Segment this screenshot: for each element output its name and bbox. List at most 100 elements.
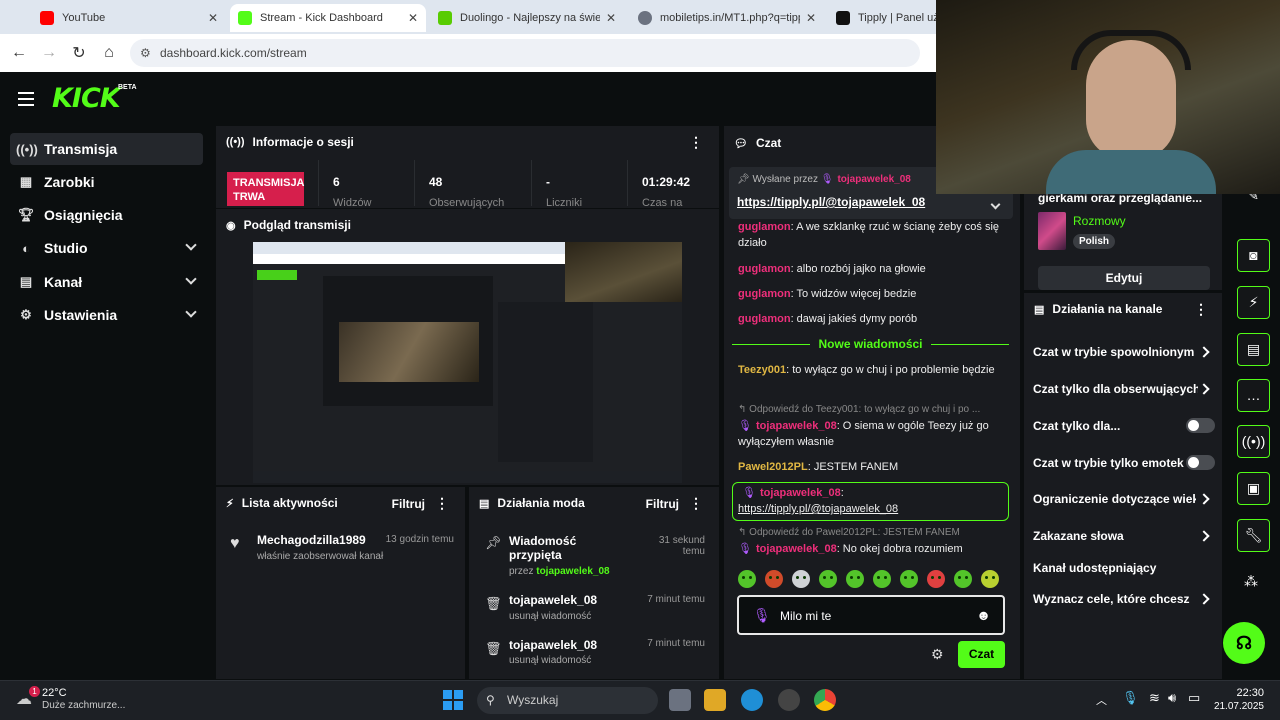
- channel-icon: ▤: [19, 274, 33, 289]
- tab-duolingo[interactable]: Duolingo - Najlepszy na świecie ✕: [430, 4, 624, 32]
- stream-preview-video[interactable]: [253, 242, 682, 483]
- edge-icon[interactable]: [741, 689, 763, 711]
- microphone-icon: 🎙︎: [742, 487, 756, 499]
- action-goals[interactable]: Wyznacz cele, które chcesz: [1033, 592, 1196, 606]
- category-name[interactable]: Rozmowy: [1073, 214, 1126, 228]
- kick-logo[interactable]: KICK: [52, 83, 121, 114]
- home-icon[interactable]: ⌂: [94, 44, 124, 62]
- emote-icon[interactable]: [927, 570, 945, 588]
- action-slow-mode[interactable]: Czat w trybie spowolnionym: [1033, 345, 1213, 359]
- document-icon[interactable]: ▤: [1237, 333, 1270, 366]
- stat-followers: 48 Obserwujących: [414, 160, 531, 209]
- share-icon[interactable]: ⁂: [1244, 573, 1258, 590]
- emoji-icon[interactable]: ☻: [976, 607, 991, 623]
- support-icon[interactable]: ☊: [1223, 622, 1265, 664]
- more-options-icon[interactable]: ⋮: [689, 496, 703, 510]
- mod-filter-button[interactable]: Filtruj: [646, 497, 679, 511]
- activity-username[interactable]: Mechagodzilla1989: [257, 533, 366, 547]
- more-options-icon[interactable]: ⋮: [689, 135, 703, 149]
- sidebar-item-osiagniecia[interactable]: 🏆︎ Osiągnięcia: [10, 199, 203, 231]
- mod-actions-header: ▤ Działania moda: [479, 496, 585, 510]
- emote-icon[interactable]: [981, 570, 999, 588]
- broadcast-icon[interactable]: ((•)): [1237, 425, 1270, 458]
- forward-icon[interactable]: →: [34, 44, 64, 62]
- task-view-icon[interactable]: [669, 689, 691, 711]
- mod-action-time: 7 minut temu: [647, 594, 705, 605]
- volume-icon[interactable]: 🔊︎: [1168, 690, 1176, 706]
- app-icon[interactable]: [778, 689, 800, 711]
- pinned-link[interactable]: https://tipply.pl/@tojapawelek_08: [737, 195, 925, 209]
- sidebar-item-transmisja[interactable]: ((•)) Transmisja: [10, 133, 203, 165]
- document-icon: ▤: [1034, 303, 1045, 316]
- wrench-icon[interactable]: 🔧︎: [1237, 519, 1270, 552]
- back-icon[interactable]: ←: [4, 44, 34, 62]
- reload-icon[interactable]: ↻: [64, 43, 94, 63]
- toggle-switch[interactable]: [1186, 418, 1215, 433]
- chat-icon[interactable]: …: [1237, 379, 1270, 412]
- chevron-up-icon[interactable]: ︿: [1096, 692, 1107, 708]
- chrome-icon[interactable]: [814, 689, 836, 711]
- category-thumbnail[interactable]: [1038, 212, 1066, 250]
- microphone-icon[interactable]: 🎙︎: [1122, 690, 1139, 706]
- more-options-icon[interactable]: ⋮: [1194, 302, 1208, 316]
- reply-reference[interactable]: ↰ Odpowiedź do Pawel2012PL: JESTEM FANEM: [738, 527, 1006, 538]
- tab-tipply[interactable]: Tipply | Panel użytk: [828, 4, 936, 32]
- tab-kick-dashboard[interactable]: Stream - Kick Dashboard ✕: [230, 4, 426, 32]
- clock-date[interactable]: 21.07.2025: [1205, 701, 1264, 712]
- toggle-switch[interactable]: [1186, 455, 1215, 470]
- sidebar-item-zarobki[interactable]: ▦ Zarobki: [10, 166, 203, 198]
- tab-mobiletips[interactable]: mobiletips.in/MT1.php?q=tipp ✕: [630, 4, 824, 32]
- lightning-icon[interactable]: ⚡︎: [1237, 286, 1270, 319]
- reply-reference[interactable]: ↰ Odpowiedź do Teezy001: to wyłącz go w …: [738, 404, 1006, 415]
- settings-icon[interactable]: ⚙: [931, 646, 944, 663]
- action-banned-words[interactable]: Zakazane słowa: [1033, 529, 1213, 543]
- url-input[interactable]: ⚙ dashboard.kick.com/stream: [130, 39, 920, 67]
- chevron-down-icon[interactable]: [990, 199, 1001, 210]
- battery-icon[interactable]: ▭: [1188, 690, 1200, 706]
- close-icon[interactable]: ✕: [606, 11, 616, 25]
- video-icon[interactable]: ▣: [1237, 472, 1270, 505]
- emote-icon[interactable]: [873, 570, 891, 588]
- wifi-icon[interactable]: ≋: [1149, 690, 1160, 706]
- weather-desc[interactable]: Duże zachmurze...: [42, 700, 125, 711]
- taskbar-search[interactable]: ⚲ Wyszukaj: [477, 687, 658, 714]
- close-icon[interactable]: ✕: [208, 11, 218, 25]
- chat-link[interactable]: https://tipply.pl/@tojapawelek_08: [738, 501, 1006, 517]
- search-icon: ⚲: [486, 693, 495, 707]
- sidebar-item-studio[interactable]: ◐ Studio: [10, 232, 203, 264]
- site-info-icon[interactable]: ⚙: [140, 39, 151, 67]
- action-age-restriction[interactable]: Ograniczenie dotyczące wieku: [1033, 492, 1196, 506]
- more-options-icon[interactable]: ⋮: [435, 496, 449, 510]
- windows-start-icon[interactable]: [443, 690, 463, 710]
- action-followers-only[interactable]: Czat tylko dla obserwujących: [1033, 382, 1198, 396]
- chat-message: 🎙︎ tojapawelek_08:: [742, 487, 844, 499]
- edit-button[interactable]: Edytuj: [1038, 266, 1210, 290]
- send-chat-button[interactable]: Czat: [958, 641, 1005, 668]
- clock-time[interactable]: 22:30: [1212, 687, 1264, 699]
- weather-temp[interactable]: 22°C: [42, 687, 67, 699]
- emote-icon[interactable]: [792, 570, 810, 588]
- emote-icon[interactable]: [846, 570, 864, 588]
- chat-input[interactable]: 🎙︎ Milo mi te ☻: [737, 595, 1005, 635]
- mod-action-title[interactable]: tojapawelek_08: [509, 593, 597, 607]
- sidebar-item-kanal[interactable]: ▤ Kanał: [10, 266, 203, 298]
- chevron-down-icon[interactable]: [185, 239, 197, 251]
- close-icon[interactable]: ✕: [408, 11, 418, 25]
- emote-icon[interactable]: [900, 570, 918, 588]
- emote-icon[interactable]: [738, 570, 756, 588]
- sidebar-item-ustawienia[interactable]: ⚙ Ustawienia: [10, 299, 203, 331]
- chat-message: Teezy001: to wyłącz go w chuj i po probl…: [738, 364, 995, 376]
- chevron-down-icon[interactable]: [185, 273, 197, 285]
- action-host-channel[interactable]: Kanał udostępniający: [1033, 561, 1213, 575]
- menu-icon[interactable]: [18, 92, 34, 106]
- activity-filter-button[interactable]: Filtruj: [392, 497, 425, 511]
- emote-icon[interactable]: [765, 570, 783, 588]
- camera-icon[interactable]: ◙: [1237, 239, 1270, 272]
- emote-icon[interactable]: [954, 570, 972, 588]
- chevron-down-icon[interactable]: [185, 306, 197, 318]
- tab-youtube[interactable]: YouTube ✕: [32, 4, 226, 32]
- file-explorer-icon[interactable]: [704, 689, 726, 711]
- mod-action-title[interactable]: tojapawelek_08: [509, 638, 597, 652]
- emote-icon[interactable]: [819, 570, 837, 588]
- close-icon[interactable]: ✕: [806, 11, 816, 25]
